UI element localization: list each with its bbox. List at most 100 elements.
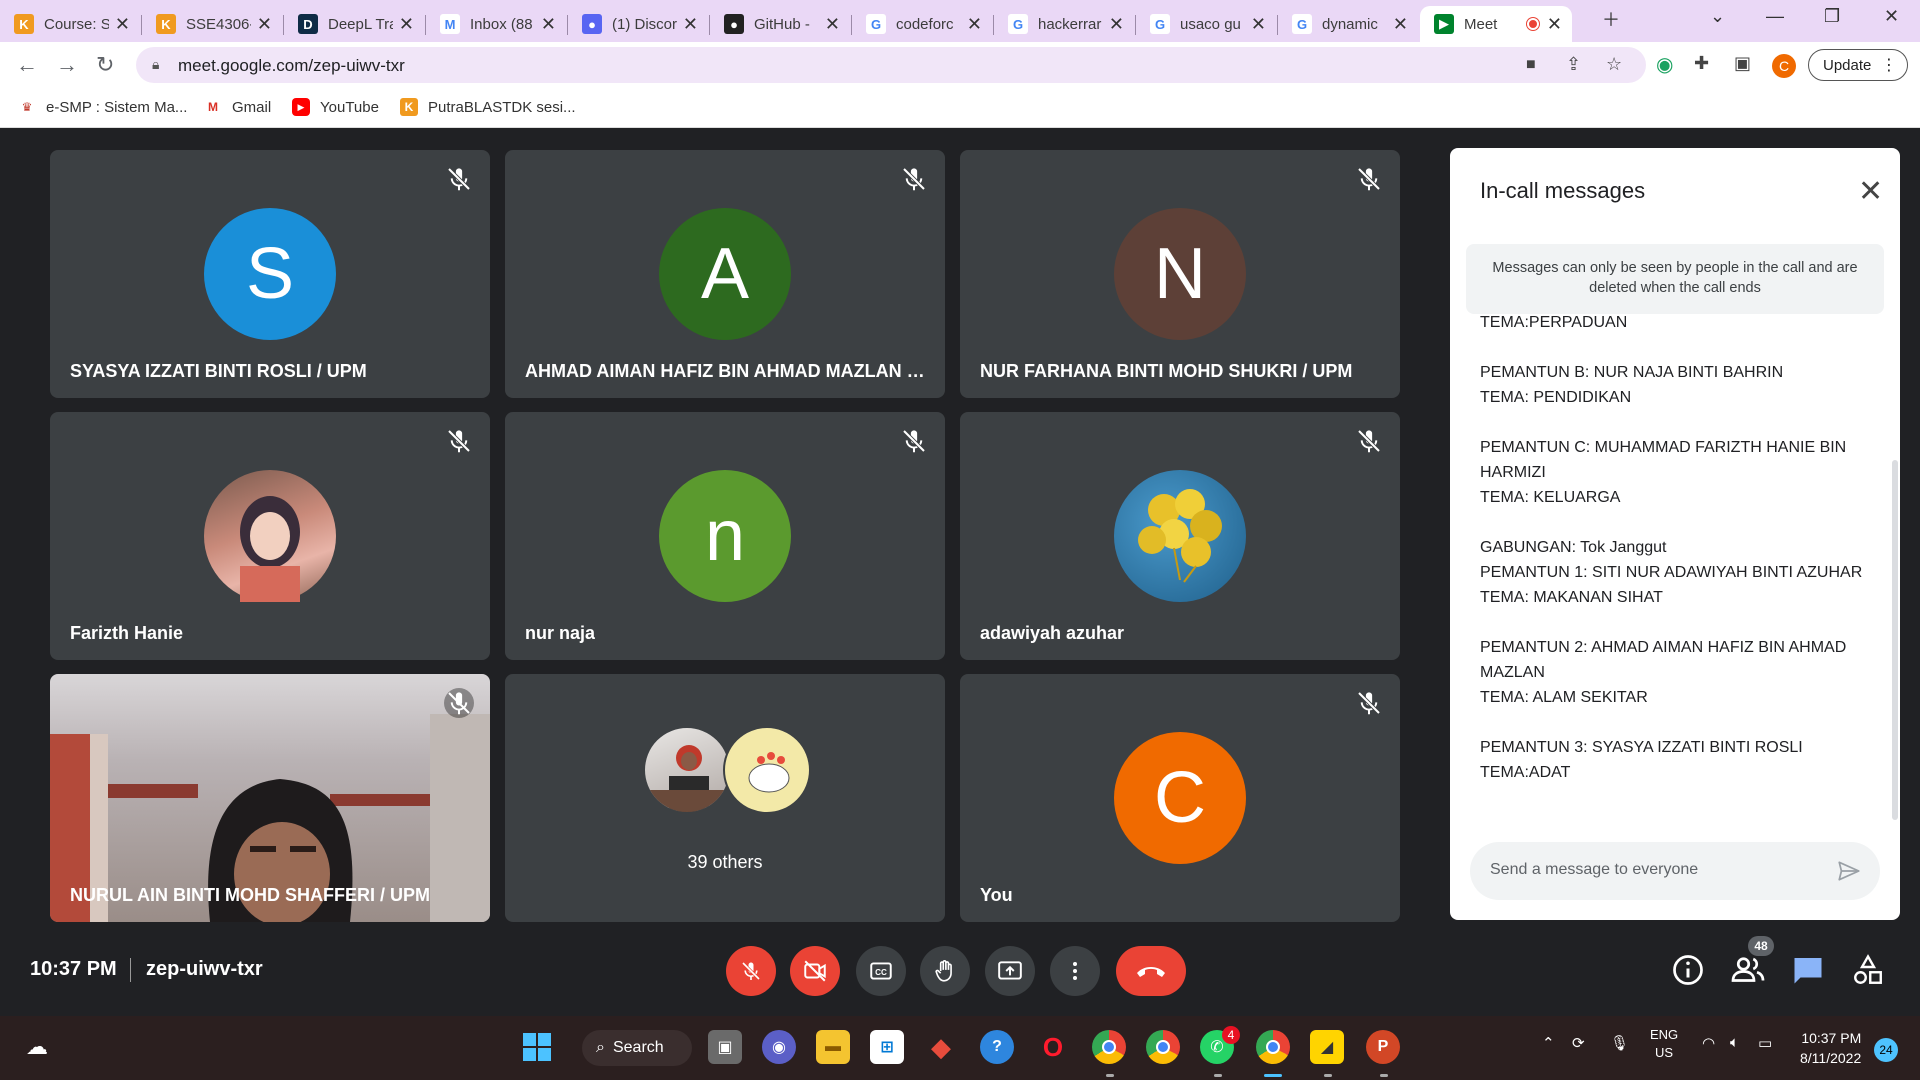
tab-close-icon[interactable]: ✕ bbox=[967, 14, 982, 35]
reload-button[interactable]: ↻ bbox=[96, 52, 114, 78]
volume-icon[interactable]: 🔈︎ bbox=[1730, 1034, 1739, 1051]
system-clock[interactable]: 10:37 PM 8/11/2022 bbox=[1800, 1028, 1861, 1068]
gmail-icon: M bbox=[208, 100, 218, 114]
tab-close-icon[interactable]: ✕ bbox=[1547, 14, 1562, 35]
microphone-icon[interactable]: 🎙︎ bbox=[1610, 1034, 1629, 1052]
tab-close-icon[interactable]: ✕ bbox=[541, 14, 556, 35]
messages-scrollbar[interactable] bbox=[1892, 460, 1898, 820]
mic-toggle-button[interactable] bbox=[726, 946, 776, 996]
tab-close-icon[interactable]: ✕ bbox=[1109, 14, 1124, 35]
tab-close-icon[interactable]: ✕ bbox=[257, 14, 272, 35]
browser-tab[interactable]: ● GitHub - ✕ bbox=[710, 6, 850, 42]
browser-tab[interactable]: Gcodeforc ✕ bbox=[852, 6, 992, 42]
meeting-code: zep-uiwv-txr bbox=[146, 958, 263, 980]
profile-avatar[interactable]: C bbox=[1772, 54, 1796, 78]
teams-chat-icon[interactable]: ◉ bbox=[762, 1030, 796, 1064]
chrome-icon[interactable] bbox=[1146, 1030, 1180, 1064]
bookmark-esmp[interactable]: ♛ e-SMP : Sistem Ma... bbox=[18, 98, 188, 116]
message-input[interactable]: Send a message to everyone bbox=[1470, 842, 1880, 900]
tab-close-icon[interactable]: ✕ bbox=[399, 14, 414, 35]
powerpoint-icon[interactable]: P bbox=[1366, 1030, 1400, 1064]
minimize-button[interactable]: — bbox=[1766, 6, 1784, 27]
grammarly-icon[interactable]: ◉ bbox=[1656, 52, 1673, 77]
address-bar[interactable]: 🔒︎ meet.google.com/zep-uiwv-txr ■ ⇪ ☆ bbox=[136, 47, 1646, 83]
tab-favicon-icon: M bbox=[440, 14, 460, 34]
participant-tile[interactable]: Farizth Hanie bbox=[50, 412, 490, 660]
others-tile[interactable]: 39 others bbox=[505, 674, 945, 922]
raise-hand-button[interactable] bbox=[920, 946, 970, 996]
tab-strip: ＋ ⌄ — ❐ ✕ K Course: S ✕ K SSE4306- ✕ D DeepL Tr… bbox=[0, 0, 1920, 42]
participant-tile[interactable]: n nur naja bbox=[505, 412, 945, 660]
browser-tab[interactable]: ▶ Meet ✕ bbox=[1420, 6, 1572, 42]
sticky-notes-icon[interactable]: ◢ bbox=[1310, 1030, 1344, 1064]
close-icon[interactable]: ✕ bbox=[1858, 174, 1883, 209]
new-tab-button[interactable]: ＋ bbox=[1602, 6, 1620, 32]
meeting-details-icon[interactable] bbox=[1670, 952, 1706, 988]
people-icon[interactable] bbox=[1730, 952, 1766, 988]
participant-name: nur naja bbox=[525, 623, 596, 643]
activities-icon[interactable] bbox=[1850, 952, 1886, 988]
browser-tab[interactable]: Gdynamic ✕ bbox=[1278, 6, 1418, 42]
tab-close-icon[interactable]: ✕ bbox=[825, 14, 840, 35]
taskbar-search[interactable]: ⌕ Search bbox=[582, 1030, 692, 1066]
send-icon[interactable] bbox=[1836, 858, 1862, 884]
sync-icon[interactable]: ⟳ bbox=[1572, 1034, 1585, 1052]
browser-tab[interactable]: M Inbox (88 ✕ bbox=[426, 6, 566, 42]
browser-tab[interactable]: K SSE4306- ✕ bbox=[142, 6, 282, 42]
browser-tab[interactable]: K Course: S ✕ bbox=[0, 6, 140, 42]
participant-tile[interactable]: N NUR FARHANA BINTI MOHD SHUKRI / UPM bbox=[960, 150, 1400, 398]
camera-icon[interactable]: ■ bbox=[1526, 56, 1536, 74]
tab-close-icon[interactable]: ✕ bbox=[1393, 14, 1408, 35]
start-button[interactable] bbox=[520, 1030, 554, 1064]
back-button[interactable]: ← bbox=[16, 52, 38, 78]
active-indicator bbox=[1264, 1074, 1282, 1077]
sidepanel-icon[interactable]: ▣ bbox=[1734, 53, 1751, 74]
forward-button[interactable]: → bbox=[56, 52, 78, 78]
browser-tab[interactable]: ● (1) Discor ✕ bbox=[568, 6, 708, 42]
self-tile[interactable]: C You bbox=[960, 674, 1400, 922]
opera-icon[interactable]: O bbox=[1036, 1030, 1070, 1064]
battery-icon[interactable]: ▭ bbox=[1758, 1034, 1772, 1052]
participant-tile[interactable]: A AHMAD AIMAN HAFIZ BIN AHMAD MAZLAN / .… bbox=[505, 150, 945, 398]
putrablast-icon: K bbox=[400, 98, 418, 116]
chat-icon[interactable] bbox=[1790, 952, 1826, 988]
bookmark-putrablast[interactable]: K PutraBLASTDK sesi... bbox=[400, 98, 576, 116]
task-view-icon[interactable]: ▣ bbox=[708, 1030, 742, 1064]
avatar: C bbox=[1114, 732, 1246, 864]
more-options-button[interactable] bbox=[1050, 946, 1100, 996]
tray-overflow-icon[interactable]: ⌃ bbox=[1542, 1034, 1555, 1052]
tab-search-icon[interactable]: ⌄ bbox=[1710, 6, 1725, 27]
browser-tab[interactable]: Ghackerrar ✕ bbox=[994, 6, 1134, 42]
tab-favicon-icon: ● bbox=[582, 14, 602, 34]
weather-icon[interactable]: ☁ bbox=[20, 1030, 54, 1064]
bookmark-youtube[interactable]: ▶ YouTube bbox=[292, 98, 379, 116]
camera-toggle-button[interactable] bbox=[790, 946, 840, 996]
share-icon[interactable]: ⇪ bbox=[1566, 54, 1581, 75]
participant-video-tile[interactable]: NURUL AIN BINTI MOHD SHAFFERI / UPM bbox=[50, 674, 490, 922]
notification-badge[interactable]: 24 bbox=[1874, 1038, 1898, 1062]
close-window-button[interactable]: ✕ bbox=[1884, 6, 1899, 27]
bookmark-star-icon[interactable]: ☆ bbox=[1606, 54, 1622, 75]
app-diamond-icon[interactable]: ◆ bbox=[924, 1030, 958, 1064]
bookmark-gmail[interactable]: M Gmail bbox=[204, 98, 271, 116]
participant-tile[interactable]: adawiyah azuhar bbox=[960, 412, 1400, 660]
participant-tile[interactable]: S SYASYA IZZATI BINTI ROSLI / UPM bbox=[50, 150, 490, 398]
wifi-icon[interactable]: ◠ bbox=[1702, 1034, 1715, 1052]
tab-close-icon[interactable]: ✕ bbox=[683, 14, 698, 35]
help-icon[interactable]: ? bbox=[980, 1030, 1014, 1064]
extensions-icon[interactable]: ✚ bbox=[1694, 53, 1709, 74]
captions-button[interactable]: CC bbox=[856, 946, 906, 996]
chrome-active-icon[interactable] bbox=[1256, 1030, 1290, 1064]
leave-call-button[interactable] bbox=[1116, 946, 1186, 996]
tab-close-icon[interactable]: ✕ bbox=[1251, 14, 1266, 35]
language-indicator[interactable]: ENG US bbox=[1650, 1026, 1678, 1062]
browser-tab[interactable]: Gusaco gu ✕ bbox=[1136, 6, 1276, 42]
tab-close-icon[interactable]: ✕ bbox=[115, 14, 130, 35]
present-screen-button[interactable] bbox=[985, 946, 1035, 996]
file-explorer-icon[interactable]: ▬ bbox=[816, 1030, 850, 1064]
chrome-profile-icon[interactable] bbox=[1092, 1030, 1126, 1064]
microsoft-store-icon[interactable]: ⊞ bbox=[870, 1030, 904, 1064]
maximize-button[interactable]: ❐ bbox=[1824, 6, 1840, 27]
update-button[interactable]: Update ⋮ bbox=[1808, 49, 1908, 81]
browser-tab[interactable]: D DeepL Tra ✕ bbox=[284, 6, 424, 42]
